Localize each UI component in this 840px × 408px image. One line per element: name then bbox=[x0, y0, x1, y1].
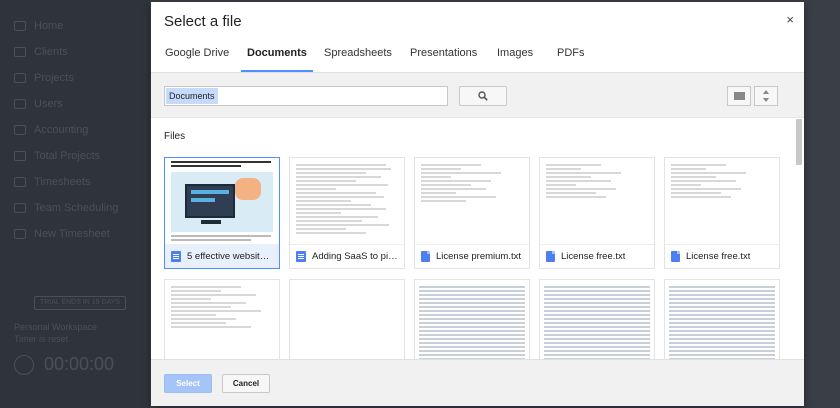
file-tile[interactable]: License free.txt bbox=[664, 157, 780, 269]
file-tile[interactable]: License premium.txt bbox=[414, 157, 530, 269]
doc-icon bbox=[296, 251, 306, 262]
close-button[interactable]: × bbox=[786, 13, 794, 27]
bg-workspace-label: Personal Workspace bbox=[14, 322, 97, 332]
file-thumbnail bbox=[415, 158, 529, 244]
file-name-label: License premium.txt bbox=[415, 244, 529, 268]
bg-nav-item: Home bbox=[14, 20, 63, 32]
files-section-label: Files bbox=[164, 131, 186, 142]
file-name-label: Adding SaaS to pick... bbox=[290, 244, 404, 268]
file-thumbnail bbox=[165, 158, 279, 244]
tab-documents[interactable]: Documents bbox=[241, 42, 313, 72]
file-name-label: License free.txt bbox=[540, 244, 654, 268]
file-thumbnail bbox=[540, 158, 654, 244]
doc-icon bbox=[171, 251, 181, 262]
bg-nav-item: Team Scheduling bbox=[14, 202, 118, 214]
tab-spreadsheets[interactable]: Spreadsheets bbox=[324, 42, 392, 72]
file-tile[interactable]: License free.txt bbox=[539, 157, 655, 269]
file-thumbnail bbox=[540, 280, 654, 359]
tab-bar: Google Drive Documents Spreadsheets Pres… bbox=[151, 42, 804, 72]
search-query-token[interactable]: Documents bbox=[166, 88, 218, 104]
text-file-icon bbox=[421, 251, 430, 262]
file-picker-dialog: Select a file × Google Drive Documents S… bbox=[151, 2, 804, 406]
tab-google-drive[interactable]: Google Drive bbox=[165, 42, 229, 72]
file-tile[interactable]: 5 effective website ... bbox=[164, 157, 280, 269]
tab-presentations[interactable]: Presentations bbox=[410, 42, 477, 72]
tab-images[interactable]: Images bbox=[497, 42, 533, 72]
bg-trial-badge: TRIAL ENDS IN 15 DAYS bbox=[34, 296, 126, 310]
play-icon bbox=[14, 354, 34, 375]
file-grid-area: Files 5 effective website ... Adding Saa… bbox=[151, 119, 804, 359]
bg-nav-item: Accounting bbox=[14, 124, 88, 136]
background-sidebar: Home Clients Projects Users Accounting T… bbox=[0, 0, 150, 408]
dialog-title: Select a file bbox=[164, 13, 242, 30]
sort-button[interactable] bbox=[754, 86, 778, 106]
grid-view-icon bbox=[733, 92, 745, 100]
file-thumbnail bbox=[665, 158, 779, 244]
scrollbar-thumb[interactable] bbox=[796, 119, 802, 165]
search-button[interactable] bbox=[459, 86, 507, 106]
file-tile[interactable]: Adding SaaS to pick... bbox=[289, 157, 405, 269]
dialog-footer: Select Cancel bbox=[151, 359, 804, 406]
cancel-button[interactable]: Cancel bbox=[222, 374, 270, 393]
bg-timer: 00:00:00 bbox=[14, 354, 114, 375]
file-tile[interactable] bbox=[289, 279, 405, 359]
tab-pdfs[interactable]: PDFs bbox=[557, 42, 585, 72]
bg-nav-item: Clients bbox=[14, 46, 68, 58]
bg-timer-status: Timer is reset bbox=[14, 334, 69, 344]
bg-nav-item: Timesheets bbox=[14, 176, 90, 188]
grid-view-button[interactable] bbox=[727, 86, 751, 106]
file-thumbnail bbox=[290, 158, 404, 244]
file-thumbnail bbox=[290, 280, 404, 359]
file-tile[interactable] bbox=[164, 279, 280, 359]
file-tile[interactable] bbox=[539, 279, 655, 359]
file-tile[interactable] bbox=[664, 279, 780, 359]
search-toolbar: Documents bbox=[151, 72, 804, 118]
bg-nav-item: New Timesheet bbox=[14, 228, 110, 240]
file-thumbnail bbox=[165, 280, 279, 359]
file-tile[interactable] bbox=[414, 279, 530, 359]
text-file-icon bbox=[671, 251, 680, 262]
file-name-label: License free.txt bbox=[665, 244, 779, 268]
file-name-label: 5 effective website ... bbox=[165, 244, 279, 268]
sort-az-icon bbox=[763, 90, 769, 102]
file-thumbnail bbox=[415, 280, 529, 359]
bg-nav-item: Total Projects bbox=[14, 150, 100, 162]
background-right-edge bbox=[805, 0, 840, 408]
select-button[interactable]: Select bbox=[164, 374, 212, 393]
file-thumbnail bbox=[665, 280, 779, 359]
bg-nav-item: Users bbox=[14, 98, 63, 110]
vertical-scrollbar[interactable] bbox=[796, 119, 802, 359]
text-file-icon bbox=[546, 251, 555, 262]
bg-nav-item: Projects bbox=[14, 72, 74, 84]
search-icon bbox=[478, 91, 488, 101]
